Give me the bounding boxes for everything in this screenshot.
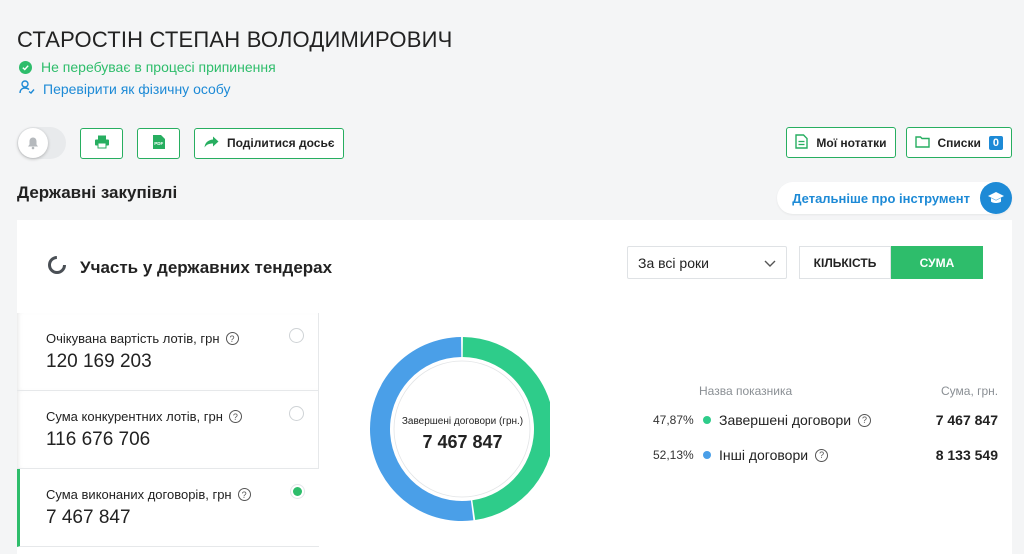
- tenders-card: Участь у державних тендерах За всі роки …: [17, 220, 1012, 554]
- status-line: Не перебуває в процесі припинення: [19, 59, 276, 75]
- check-circle-icon: [19, 60, 32, 74]
- mode-toggle: КІЛЬКІСТЬ СУМА: [799, 246, 983, 279]
- metric-value: 7 467 847: [46, 507, 131, 528]
- toolbar-left: PDF Поділитися досьє: [17, 127, 345, 159]
- metric-label-row: Сума конкурентних лотів, грн ?: [46, 409, 318, 424]
- metric-label: Сума конкурентних лотів, грн: [46, 409, 223, 424]
- legend-name-wrap: Завершені договори ?: [719, 412, 872, 428]
- metric-value: 116 676 706: [46, 429, 151, 450]
- legend-dot: [703, 451, 711, 459]
- share-label: Поділитися досьє: [227, 136, 335, 150]
- help-icon[interactable]: ?: [858, 413, 872, 427]
- period-select[interactable]: За всі роки: [627, 246, 787, 279]
- share-dossier-button[interactable]: Поділитися досьє: [194, 127, 345, 159]
- legend-dot: [703, 416, 711, 424]
- note-icon: [795, 133, 809, 152]
- user-check-icon: [19, 80, 35, 97]
- notifications-toggle[interactable]: [17, 127, 66, 159]
- pdf-icon: PDF: [152, 134, 166, 153]
- verify-link-text: Перевірити як фізичну особу: [43, 80, 231, 97]
- card-header: Участь у державних тендерах: [47, 255, 332, 280]
- metric-completed-contracts[interactable]: Сума виконаних договорів, грн ? 7 467 84…: [17, 469, 319, 547]
- help-icon[interactable]: ?: [228, 410, 242, 423]
- help-icon[interactable]: ?: [237, 488, 251, 501]
- metrics-list: Очікувана вартість лотів, грн ? 120 169 …: [17, 313, 319, 547]
- metric-label-row: Сума виконаних договорів, грн ?: [46, 487, 319, 502]
- legend-pct: 52,13%: [653, 448, 694, 462]
- legend-pct: 47,87%: [653, 413, 694, 427]
- period-select-value: За всі роки: [638, 254, 709, 271]
- notes-label: Мої нотатки: [816, 135, 887, 150]
- toolbar-right: Мої нотатки Списки 0: [786, 127, 1012, 158]
- metric-radio-selected[interactable]: [290, 484, 305, 499]
- donut-center-label: Завершені договори (грн.): [401, 416, 524, 427]
- donut-center: Завершені договори (грн.) 7 467 847: [370, 416, 555, 453]
- sum-mode-button[interactable]: СУМА: [891, 246, 983, 279]
- bell-icon: [18, 128, 48, 158]
- chevron-down-icon: [764, 255, 776, 271]
- svg-text:PDF: PDF: [154, 141, 163, 146]
- metric-label: Очікувана вартість лотів, грн: [46, 331, 220, 346]
- tool-details-link[interactable]: Детальніше про інструмент: [777, 182, 1012, 214]
- metric-radio[interactable]: [289, 406, 304, 421]
- metric-label: Сума виконаних договорів, грн: [46, 487, 232, 502]
- verify-person-link[interactable]: Перевірити як фізичну особу: [19, 80, 231, 97]
- count-mode-button[interactable]: КІЛЬКІСТЬ: [799, 246, 891, 279]
- my-notes-button[interactable]: Мої нотатки: [786, 127, 896, 158]
- legend-name: Інші договори: [719, 447, 809, 463]
- lists-button[interactable]: Списки 0: [905, 127, 1012, 158]
- lists-label: Списки: [937, 135, 981, 150]
- printer-icon: [94, 135, 110, 152]
- status-text: Не перебуває в процесі припинення: [41, 59, 276, 75]
- metric-competitive-lots[interactable]: Сума конкурентних лотів, грн ? 116 676 7…: [17, 391, 319, 469]
- metric-radio[interactable]: [289, 328, 304, 343]
- section-title: Державні закупівлі: [17, 183, 178, 202]
- print-button[interactable]: [80, 127, 123, 159]
- metric-expected-value[interactable]: Очікувана вартість лотів, грн ? 120 169 …: [17, 313, 319, 391]
- person-name: СТАРОСТІН СТЕПАН ВОЛОДИМИРОВИЧ: [17, 27, 453, 52]
- card-title: Участь у державних тендерах: [80, 257, 333, 277]
- legend-name: Завершені договори: [719, 412, 852, 428]
- legend-name-wrap: Інші договори ?: [719, 447, 829, 463]
- share-arrow-icon: [204, 136, 219, 151]
- lists-count-badge: 0: [988, 135, 1003, 150]
- help-icon[interactable]: ?: [815, 448, 829, 462]
- legend-amount: 7 467 847: [935, 412, 998, 428]
- legend-row: 47,87% Завершені договори ? 7 467 847: [653, 412, 998, 428]
- legend-col-sum: Сума, грн.: [941, 384, 999, 398]
- metric-label-row: Очікувана вартість лотів, грн ?: [46, 331, 318, 346]
- legend-col-name: Назва показника: [699, 384, 793, 398]
- legend-amount: 8 133 549: [935, 447, 998, 463]
- pdf-button[interactable]: PDF: [137, 127, 180, 159]
- donut-center-value: 7 467 847: [422, 432, 503, 452]
- folder-icon: [914, 135, 930, 151]
- metric-value: 120 169 203: [46, 351, 152, 372]
- legend-row: 52,13% Інші договори ? 8 133 549: [653, 447, 998, 463]
- loading-ring-icon: [47, 255, 67, 280]
- tool-details-text: Детальніше про інструмент: [792, 190, 970, 206]
- graduation-cap-icon: [980, 182, 1012, 214]
- help-icon[interactable]: ?: [225, 332, 239, 345]
